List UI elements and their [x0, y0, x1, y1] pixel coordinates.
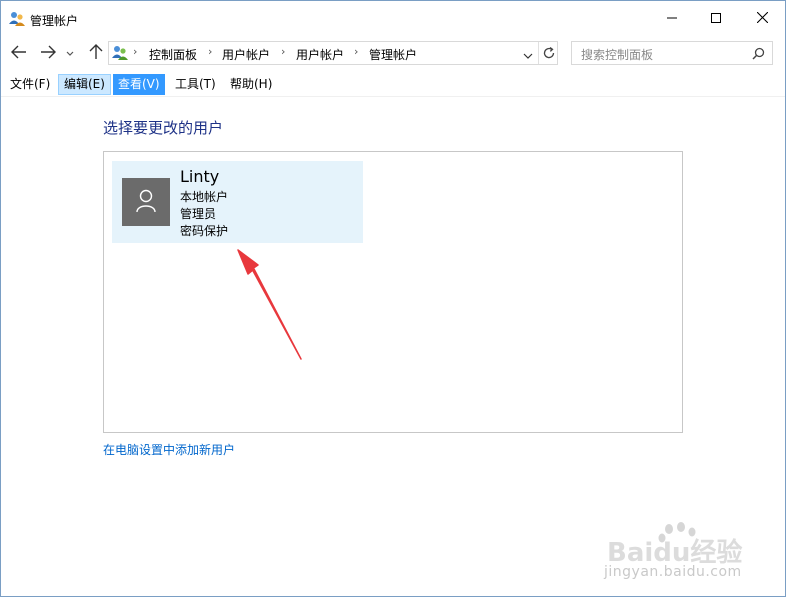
user-account-type: 本地帐户 [180, 190, 229, 204]
chevron-down-icon [66, 46, 74, 60]
address-row: › 控制面板 › 用户帐户 › 用户帐户 › 管理帐户 搜索控制面板 [1, 39, 785, 67]
menu-bar: 文件(F) 编辑(E) 查看(V) 工具(T) 帮助(H) [1, 73, 785, 97]
chevron-down-icon[interactable] [523, 49, 533, 63]
breadcrumb-item[interactable]: 用户帐户 [222, 46, 270, 63]
close-button[interactable] [739, 1, 785, 37]
control-panel-window: 管理帐户 › 控制面板 › 用户帐户 › 用户帐户 › 管理帐户 搜索控制面板 … [0, 0, 786, 597]
address-bar[interactable]: › 控制面板 › 用户帐户 › 用户帐户 › 管理帐户 [108, 41, 558, 65]
minimize-icon [667, 12, 677, 26]
back-button[interactable] [9, 43, 29, 63]
menu-tools[interactable]: 工具(T) [170, 74, 221, 95]
maximize-button[interactable] [693, 1, 739, 37]
user-tile[interactable]: Linty 本地帐户 管理员 密码保护 [112, 161, 363, 243]
menu-view[interactable]: 查看(V) [113, 74, 165, 95]
user-name: Linty [180, 167, 220, 186]
user-list-panel: Linty 本地帐户 管理员 密码保护 [103, 151, 683, 433]
watermark-url: jingyan.baidu.com [604, 564, 742, 580]
menu-file[interactable]: 文件(F) [5, 74, 55, 95]
window-title: 管理帐户 [30, 14, 79, 28]
user-icon [135, 189, 157, 216]
arrow-right-icon [40, 45, 56, 62]
menu-edit[interactable]: 编辑(E) [58, 74, 111, 95]
menu-help[interactable]: 帮助(H) [225, 74, 277, 95]
address-divider [538, 42, 539, 64]
maximize-icon [711, 12, 721, 26]
search-input[interactable]: 搜索控制面板 [581, 46, 653, 63]
users-icon [9, 11, 25, 27]
title-bar: 管理帐户 [1, 1, 785, 37]
control-panel-icon [112, 45, 128, 64]
breadcrumb-separator-icon: › [281, 45, 286, 58]
breadcrumb-item[interactable]: 用户帐户 [296, 46, 344, 63]
refresh-icon[interactable] [542, 46, 556, 63]
up-button[interactable] [86, 43, 106, 63]
search-icon[interactable] [752, 47, 765, 63]
breadcrumb-separator-icon: › [354, 45, 359, 58]
arrow-up-icon [89, 43, 103, 63]
breadcrumb-separator-icon: › [133, 45, 138, 58]
breadcrumb-separator-icon: › [208, 45, 213, 58]
arrow-left-icon [11, 45, 27, 62]
minimize-button[interactable] [649, 1, 695, 37]
watermark-logo-text: Baidu经验 [607, 537, 742, 565]
recent-locations-button[interactable] [63, 43, 77, 63]
page-heading: 选择要更改的用户 [103, 119, 224, 137]
user-role: 管理员 [180, 207, 217, 221]
breadcrumb-item[interactable]: 控制面板 [149, 46, 197, 63]
user-password-status: 密码保护 [180, 224, 229, 238]
add-user-link[interactable]: 在电脑设置中添加新用户 [103, 441, 235, 458]
baidu-watermark-logo: Baidu经验 [607, 521, 757, 568]
search-box[interactable]: 搜索控制面板 [571, 41, 773, 65]
forward-button[interactable] [38, 43, 58, 63]
close-icon [756, 11, 768, 26]
breadcrumb-item[interactable]: 管理帐户 [369, 46, 417, 63]
avatar [122, 178, 170, 226]
